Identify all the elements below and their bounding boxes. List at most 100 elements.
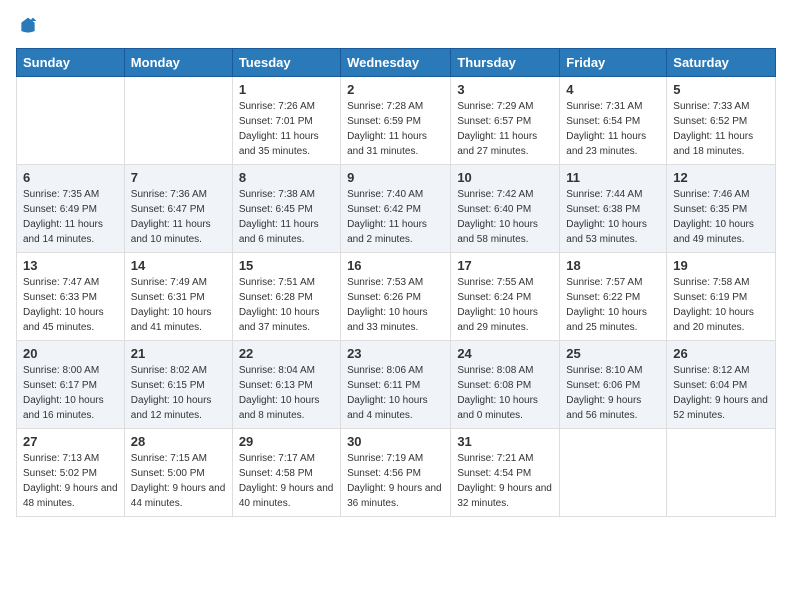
calendar-cell: 4 Sunrise: 7:31 AM Sunset: 6:54 PM Daylig… <box>560 77 667 165</box>
calendar-cell: 24Sunrise: 8:08 AM Sunset: 6:08 PM Dayli… <box>451 341 560 429</box>
calendar-cell: 19Sunrise: 7:58 AM Sunset: 6:19 PM Dayli… <box>667 253 776 341</box>
day-number: 26 <box>673 346 769 361</box>
calendar-cell: 8 Sunrise: 7:38 AM Sunset: 6:45 PM Daylig… <box>232 165 340 253</box>
calendar-cell: 14 Sunrise: 7:49 AM Sunset: 6:31 PM Dayli… <box>124 253 232 341</box>
day-header-tuesday: Tuesday <box>232 49 340 77</box>
day-number: 11 <box>566 170 660 185</box>
day-number: 21 <box>131 346 226 361</box>
day-number: 14 <box>131 258 226 273</box>
day-number: 18 <box>566 258 660 273</box>
day-header-monday: Monday <box>124 49 232 77</box>
day-number: 31 <box>457 434 553 449</box>
day-number: 5 <box>673 82 769 97</box>
day-header-sunday: Sunday <box>17 49 125 77</box>
day-header-thursday: Thursday <box>451 49 560 77</box>
day-number: 23 <box>347 346 444 361</box>
day-header-saturday: Saturday <box>667 49 776 77</box>
calendar-cell: 22Sunrise: 8:04 AM Sunset: 6:13 PM Dayli… <box>232 341 340 429</box>
day-detail: Sunrise: 7:57 AM Sunset: 6:22 PM Dayligh… <box>566 275 660 335</box>
calendar-cell: 23 Sunrise: 8:06 AM Sunset: 6:11 PM Dayli… <box>341 341 451 429</box>
day-detail: Sunrise: 7:17 AM Sunset: 4:58 PM Dayligh… <box>239 451 334 511</box>
day-number: 6 <box>23 170 118 185</box>
calendar-cell: 9 Sunrise: 7:40 AM Sunset: 6:42 PM Daylig… <box>341 165 451 253</box>
day-detail: Sunrise: 7:49 AM Sunset: 6:31 PM Dayligh… <box>131 275 226 335</box>
calendar-cell: 11 Sunrise: 7:44 AM Sunset: 6:38 PM Dayli… <box>560 165 667 253</box>
calendar-cell: 21 Sunrise: 8:02 AM Sunset: 6:15 PM Dayli… <box>124 341 232 429</box>
day-number: 24 <box>457 346 553 361</box>
calendar-cell: 1Sunrise: 7:26 AM Sunset: 7:01 PM Daylig… <box>232 77 340 165</box>
day-number: 17 <box>457 258 553 273</box>
calendar-cell: 31 Sunrise: 7:21 AM Sunset: 4:54 PM Dayli… <box>451 429 560 517</box>
day-number: 13 <box>23 258 118 273</box>
day-number: 2 <box>347 82 444 97</box>
calendar-week-row: 27 Sunrise: 7:13 AM Sunset: 5:02 PM Dayli… <box>17 429 776 517</box>
day-number: 8 <box>239 170 334 185</box>
day-detail: Sunrise: 7:31 AM Sunset: 6:54 PM Dayligh… <box>566 99 660 159</box>
day-detail: Sunrise: 7:40 AM Sunset: 6:42 PM Dayligh… <box>347 187 444 247</box>
day-detail: Sunrise: 7:13 AM Sunset: 5:02 PM Dayligh… <box>23 451 118 511</box>
calendar-cell <box>560 429 667 517</box>
day-number: 27 <box>23 434 118 449</box>
day-number: 1 <box>239 82 334 97</box>
logo <box>16 16 38 36</box>
calendar-week-row: 1Sunrise: 7:26 AM Sunset: 7:01 PM Daylig… <box>17 77 776 165</box>
calendar-week-row: 20 Sunrise: 8:00 AM Sunset: 6:17 PM Dayli… <box>17 341 776 429</box>
calendar-cell: 27 Sunrise: 7:13 AM Sunset: 5:02 PM Dayli… <box>17 429 125 517</box>
day-detail: Sunrise: 7:58 AM Sunset: 6:19 PM Dayligh… <box>673 275 769 335</box>
calendar-cell: 7Sunrise: 7:36 AM Sunset: 6:47 PM Daylig… <box>124 165 232 253</box>
day-number: 29 <box>239 434 334 449</box>
day-detail: Sunrise: 8:06 AM Sunset: 6:11 PM Dayligh… <box>347 363 444 423</box>
calendar-cell: 20 Sunrise: 8:00 AM Sunset: 6:17 PM Dayli… <box>17 341 125 429</box>
page-header <box>16 16 776 36</box>
day-number: 22 <box>239 346 334 361</box>
calendar-cell <box>667 429 776 517</box>
calendar-cell: 10Sunrise: 7:42 AM Sunset: 6:40 PM Dayli… <box>451 165 560 253</box>
calendar-week-row: 13 Sunrise: 7:47 AM Sunset: 6:33 PM Dayli… <box>17 253 776 341</box>
calendar-cell: 18 Sunrise: 7:57 AM Sunset: 6:22 PM Dayli… <box>560 253 667 341</box>
day-number: 16 <box>347 258 444 273</box>
calendar-week-row: 6Sunrise: 7:35 AM Sunset: 6:49 PM Daylig… <box>17 165 776 253</box>
day-detail: Sunrise: 7:44 AM Sunset: 6:38 PM Dayligh… <box>566 187 660 247</box>
day-detail: Sunrise: 7:29 AM Sunset: 6:57 PM Dayligh… <box>457 99 553 159</box>
day-detail: Sunrise: 7:47 AM Sunset: 6:33 PM Dayligh… <box>23 275 118 335</box>
day-detail: Sunrise: 7:53 AM Sunset: 6:26 PM Dayligh… <box>347 275 444 335</box>
calendar-cell: 29 Sunrise: 7:17 AM Sunset: 4:58 PM Dayli… <box>232 429 340 517</box>
day-detail: Sunrise: 7:36 AM Sunset: 6:47 PM Dayligh… <box>131 187 226 247</box>
day-detail: Sunrise: 7:15 AM Sunset: 5:00 PM Dayligh… <box>131 451 226 511</box>
day-detail: Sunrise: 8:02 AM Sunset: 6:15 PM Dayligh… <box>131 363 226 423</box>
calendar-cell: 16 Sunrise: 7:53 AM Sunset: 6:26 PM Dayli… <box>341 253 451 341</box>
day-detail: Sunrise: 7:28 AM Sunset: 6:59 PM Dayligh… <box>347 99 444 159</box>
day-number: 20 <box>23 346 118 361</box>
calendar-cell: 26 Sunrise: 8:12 AM Sunset: 6:04 PM Dayli… <box>667 341 776 429</box>
day-number: 28 <box>131 434 226 449</box>
day-number: 10 <box>457 170 553 185</box>
day-number: 9 <box>347 170 444 185</box>
calendar-cell <box>17 77 125 165</box>
day-detail: Sunrise: 7:21 AM Sunset: 4:54 PM Dayligh… <box>457 451 553 511</box>
calendar-cell: 15 Sunrise: 7:51 AM Sunset: 6:28 PM Dayli… <box>232 253 340 341</box>
calendar-table: SundayMondayTuesdayWednesdayThursdayFrid… <box>16 48 776 517</box>
calendar-cell <box>124 77 232 165</box>
day-number: 25 <box>566 346 660 361</box>
day-number: 4 <box>566 82 660 97</box>
calendar-cell: 17Sunrise: 7:55 AM Sunset: 6:24 PM Dayli… <box>451 253 560 341</box>
day-detail: Sunrise: 7:51 AM Sunset: 6:28 PM Dayligh… <box>239 275 334 335</box>
day-detail: Sunrise: 7:19 AM Sunset: 4:56 PM Dayligh… <box>347 451 444 511</box>
calendar-cell: 28 Sunrise: 7:15 AM Sunset: 5:00 PM Dayli… <box>124 429 232 517</box>
calendar-cell: 13 Sunrise: 7:47 AM Sunset: 6:33 PM Dayli… <box>17 253 125 341</box>
calendar-cell: 30 Sunrise: 7:19 AM Sunset: 4:56 PM Dayli… <box>341 429 451 517</box>
calendar-cell: 2 Sunrise: 7:28 AM Sunset: 6:59 PM Daylig… <box>341 77 451 165</box>
day-detail: Sunrise: 7:38 AM Sunset: 6:45 PM Dayligh… <box>239 187 334 247</box>
day-detail: Sunrise: 8:12 AM Sunset: 6:04 PM Dayligh… <box>673 363 769 423</box>
calendar-cell: 3Sunrise: 7:29 AM Sunset: 6:57 PM Daylig… <box>451 77 560 165</box>
logo-icon <box>18 16 38 36</box>
calendar-cell: 12Sunrise: 7:46 AM Sunset: 6:35 PM Dayli… <box>667 165 776 253</box>
calendar-cell: 25Sunrise: 8:10 AM Sunset: 6:06 PM Dayli… <box>560 341 667 429</box>
day-detail: Sunrise: 8:00 AM Sunset: 6:17 PM Dayligh… <box>23 363 118 423</box>
day-number: 15 <box>239 258 334 273</box>
day-number: 12 <box>673 170 769 185</box>
calendar-header-row: SundayMondayTuesdayWednesdayThursdayFrid… <box>17 49 776 77</box>
day-header-wednesday: Wednesday <box>341 49 451 77</box>
day-number: 30 <box>347 434 444 449</box>
calendar-cell: 6Sunrise: 7:35 AM Sunset: 6:49 PM Daylig… <box>17 165 125 253</box>
